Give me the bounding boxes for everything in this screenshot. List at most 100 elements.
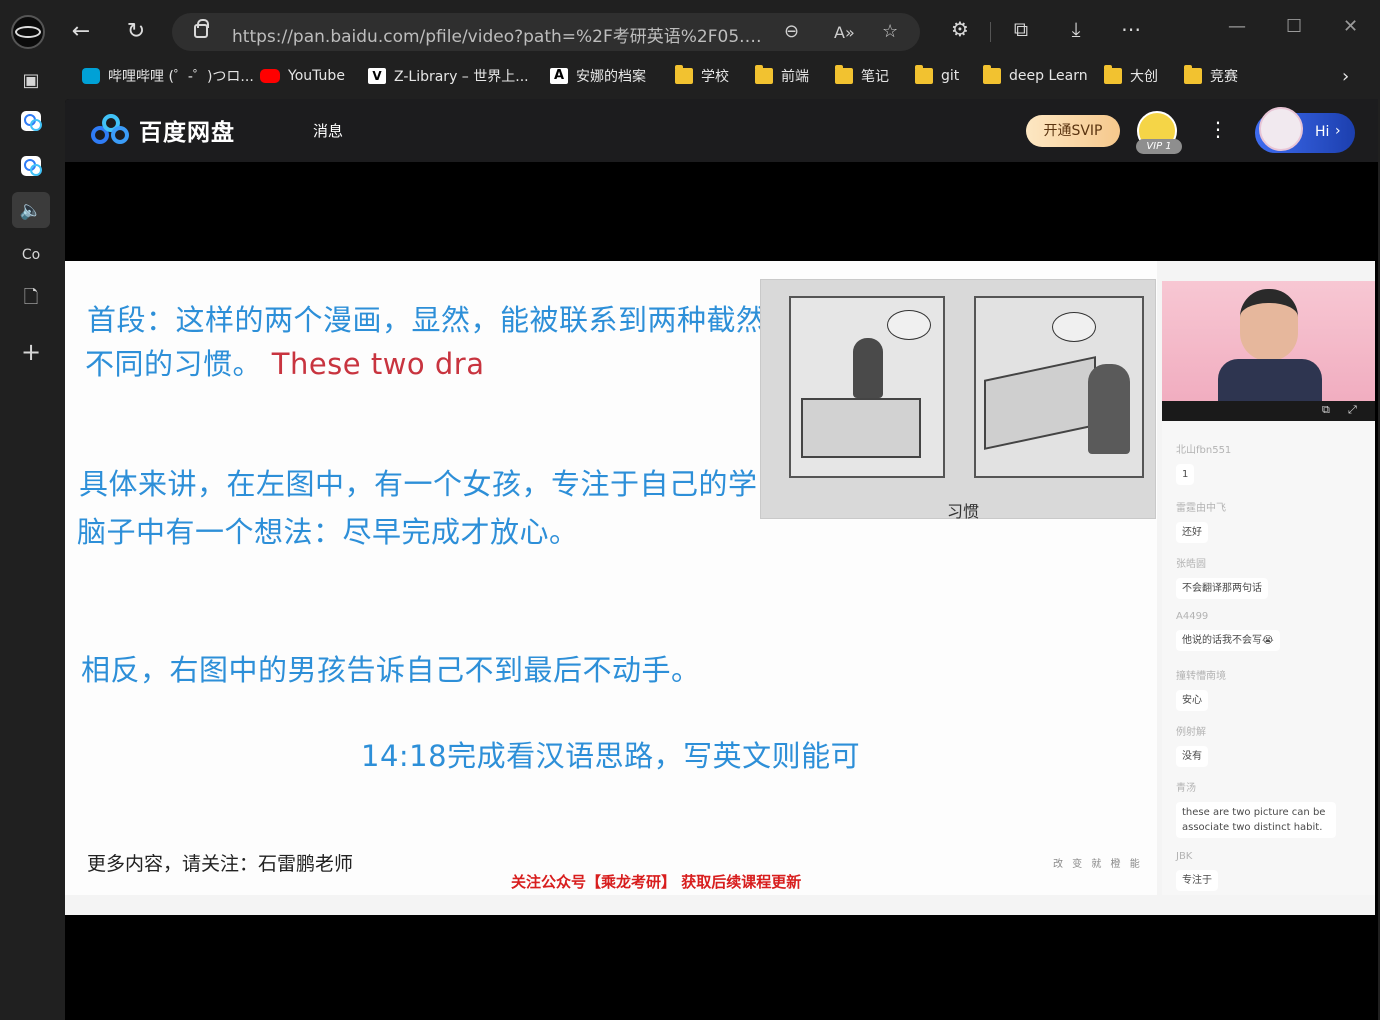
new-tab-plus-icon[interactable]: + — [12, 334, 50, 370]
comic-caption: 习惯 — [947, 502, 980, 521]
slide-line-2: 不同的习惯。 These two dra — [85, 341, 485, 383]
pip-icon[interactable]: ⧉ — [1322, 403, 1330, 417]
read-aloud-icon[interactable]: A» — [834, 23, 855, 42]
teacher-camera: ⧉ ⤢ — [1162, 281, 1375, 421]
sidebar-baidu-tab[interactable] — [12, 103, 50, 139]
chat-text: these are two picture can be associate t… — [1176, 802, 1336, 838]
maximize-icon[interactable]: ☐ — [1286, 16, 1302, 37]
url-text[interactable]: https://pan.baidu.com/pfile/video?path=%… — [232, 22, 772, 47]
slide-line-6: 14:18完成看汉语思路，写英文则能可 — [361, 739, 861, 773]
back-icon[interactable]: ← — [66, 17, 96, 47]
bookmark-folder-dachuang[interactable]: 大创 — [1104, 65, 1158, 87]
document-icon[interactable]: 🗋 — [12, 282, 50, 318]
bookmark-youtube[interactable]: YouTube — [260, 65, 345, 87]
chat-message: 撞转懵南境 安心 — [1176, 667, 1226, 711]
folder-icon — [1184, 65, 1202, 84]
comic-panel-girl — [789, 296, 945, 478]
bookmark-label: 竞赛 — [1210, 69, 1238, 85]
bookmark-folder-notes[interactable]: 笔记 — [835, 65, 889, 87]
open-svip-button[interactable]: 开通SVIP — [1026, 115, 1120, 147]
more-menu-icon[interactable]: ⋯ — [1117, 17, 1145, 41]
sidebar-baidu-tab-2[interactable] — [12, 148, 50, 184]
video-player[interactable]: 首段：这样的两个漫画，显然，能被联系到两种截然 不同的习惯。 These two… — [65, 261, 1375, 915]
lock-icon[interactable] — [194, 19, 209, 38]
slide-line-3: 具体来讲，在左图中，有一个女孩，专注于自己的学习， — [79, 467, 817, 501]
slide-footer-follow: 更多内容，请关注：石雷鹏老师 — [87, 853, 354, 875]
camera-controls: ⧉ ⤢ — [1162, 401, 1375, 421]
chat-username: 雷霆由中飞 — [1176, 503, 1226, 514]
chat-message: A4499 他说的话我不会写😭 — [1176, 611, 1280, 651]
chat-text: 安心 — [1176, 690, 1208, 711]
favorite-star-icon[interactable]: ☆ — [882, 21, 898, 42]
more-vertical-icon[interactable]: ⋮ — [1208, 117, 1228, 141]
slide-line-4: 脑子中有一个想法：尽早完成才放心。 — [77, 515, 579, 549]
hi-assistant-button[interactable]: Hi › — [1255, 107, 1355, 153]
baidu-logo[interactable]: 百度网盘 — [91, 113, 235, 147]
bookmark-label: Z-Library – 世界上... — [394, 69, 529, 85]
player-bottom-area — [65, 915, 1378, 1020]
slide-line-5: 相反，右图中的男孩告诉自己不到最后不动手。 — [81, 653, 701, 687]
nav-messages[interactable]: 消息 — [313, 120, 343, 141]
youtube-icon — [260, 69, 280, 83]
bookmark-annas-archive[interactable]: A 安娜的档案 — [550, 65, 646, 87]
chevron-right-icon[interactable]: › — [1342, 65, 1349, 87]
lecture-slide: 首段：这样的两个漫画，显然，能被联系到两种截然 不同的习惯。 These two… — [65, 261, 1157, 895]
baidu-netdisk-logo-icon — [91, 114, 131, 146]
slide-line-2-en: These two dra — [271, 347, 485, 381]
bookmark-label: 笔记 — [861, 69, 889, 85]
chat-message: 青汤 these are two picture can be associate… — [1176, 779, 1336, 838]
slide-footer-promo: 关注公众号【乘龙考研】 获取后续课程更新 — [511, 873, 802, 891]
bookmark-label: 哔哩哔哩 (゜-゜)つロ... — [108, 69, 254, 85]
chat-text: 1 — [1176, 464, 1195, 485]
profile-avatar[interactable] — [11, 15, 45, 49]
comic-panel-boy — [974, 296, 1144, 478]
chat-text: 没有 — [1176, 746, 1208, 767]
bookmark-folder-deep-learn[interactable]: deep Learn — [983, 65, 1088, 87]
speaker-icon: 🔈 — [19, 199, 43, 221]
chat-message: 张皓圆 不会翻译那两句话 — [1176, 555, 1268, 599]
baidu-netdisk-icon — [21, 156, 42, 176]
bookmark-label: 学校 — [701, 69, 729, 85]
address-bar[interactable]: https://pan.baidu.com/pfile/video?path=%… — [172, 13, 920, 51]
bookmark-label: 安娜的档案 — [576, 69, 646, 85]
minimize-icon[interactable]: — — [1228, 16, 1246, 37]
extensions-icon[interactable]: ⚙ — [946, 17, 974, 41]
chat-username: 北山fbn551 — [1176, 445, 1232, 456]
expand-icon[interactable]: ⤢ — [1348, 403, 1357, 417]
baidu-logo-text: 百度网盘 — [139, 120, 235, 146]
bookmark-label: YouTube — [288, 68, 345, 84]
download-icon[interactable]: ⤓ — [1062, 17, 1090, 41]
bookmark-folder-school[interactable]: 学校 — [675, 65, 729, 87]
close-icon[interactable]: ✕ — [1343, 16, 1358, 37]
slide-line-1: 首段：这样的两个漫画，显然，能被联系到两种截然 — [87, 303, 766, 337]
sidebar-text-tab[interactable]: Co — [12, 237, 50, 273]
chat-message: JBK 专注于 — [1176, 851, 1218, 891]
chat-username: 例射解 — [1176, 727, 1206, 738]
bookmark-folder-frontend[interactable]: 前端 — [755, 65, 809, 87]
browser-window: ← ↻ https://pan.baidu.com/pfile/video?pa… — [0, 0, 1380, 1020]
chat-username: 青汤 — [1176, 783, 1196, 794]
tab-actions-icon[interactable]: ▣ — [12, 62, 50, 98]
bookmark-bilibili[interactable]: 哔哩哔哩 (゜-゜)つロ... — [82, 65, 254, 87]
hi-label: Hi — [1315, 124, 1330, 140]
chat-username: JBK — [1176, 851, 1193, 862]
sidebar-audio-tab[interactable]: 🔈 — [12, 192, 50, 228]
chat-text: 不会翻译那两句话 — [1176, 578, 1268, 599]
chevron-right-icon: › — [1335, 123, 1341, 139]
bookmark-folder-competition[interactable]: 竞赛 — [1184, 65, 1238, 87]
slide-footer-stamp: 改 变 就 橙 能 — [1053, 859, 1143, 870]
bookmark-zlibrary[interactable]: V Z-Library – 世界上... — [368, 65, 529, 87]
chat-text: 他说的话我不会写😭 — [1176, 630, 1280, 651]
collections-icon[interactable]: ⧉ — [1007, 17, 1035, 41]
folder-icon — [983, 65, 1001, 84]
folder-icon — [675, 65, 693, 84]
browser-toolbar: ← ↻ https://pan.baidu.com/pfile/video?pa… — [0, 0, 1380, 62]
browser-sidebar: ▣ 🔈 Co 🗋 + — [0, 62, 62, 1020]
annas-archive-icon: A — [550, 68, 568, 84]
refresh-icon[interactable]: ↻ — [121, 17, 151, 47]
folder-icon — [755, 65, 773, 84]
bookmark-label: git — [941, 68, 960, 84]
bookmark-folder-git[interactable]: git — [915, 65, 959, 87]
zoom-icon[interactable]: ⊖ — [784, 21, 799, 42]
bookmark-label: 前端 — [781, 69, 809, 85]
